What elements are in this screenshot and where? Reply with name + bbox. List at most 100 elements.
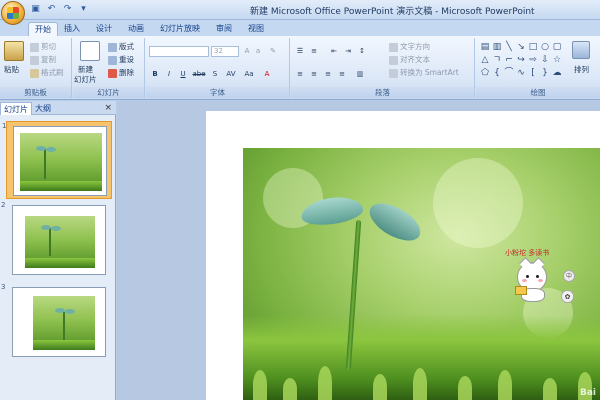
- convert-smartart-button[interactable]: 转换为 SmartArt: [389, 68, 459, 78]
- char-spacing-button[interactable]: AV: [224, 69, 238, 79]
- tab-insert[interactable]: 插入: [58, 22, 86, 36]
- star-shape-icon[interactable]: ☆: [552, 55, 562, 65]
- cut-button[interactable]: 剪切: [30, 42, 56, 52]
- smartart-icon: [389, 68, 398, 78]
- ribbon: 粘贴 剪切 复制 格式刷 剪贴板 新建 幻灯片 版式 重设 删除 幻灯片 32 …: [0, 36, 600, 100]
- tab-home[interactable]: 开始: [28, 22, 58, 36]
- slide-thumbnail-3[interactable]: 3: [1, 283, 112, 361]
- elbow-shape-icon[interactable]: ⌐: [504, 55, 514, 65]
- copy-icon: [30, 55, 39, 65]
- slide-canvas[interactable]: 小粉坨 多读书 中 ✿ Bai: [206, 111, 600, 400]
- paragraph-group: ☰ ≡ ⇤ ⇥ ↕ ≡ ≡ ≡ ≡ ▥ 文字方向 对齐文本 转换为 SmartA…: [291, 38, 475, 98]
- wave-shape-icon[interactable]: ∿: [516, 68, 526, 78]
- office-button[interactable]: [1, 1, 25, 25]
- cat-sticker: 小粉坨 多读书 中 ✿: [505, 248, 595, 318]
- oval-shape-icon[interactable]: ○: [540, 42, 550, 52]
- strikethrough-button[interactable]: abe: [192, 69, 206, 79]
- right-arrow-shape-icon[interactable]: ⇨: [528, 55, 538, 65]
- delete-slide-button[interactable]: 删除: [108, 68, 134, 78]
- rectangle-shape-icon[interactable]: □: [528, 42, 538, 52]
- close-brace-shape-icon[interactable]: }: [540, 68, 550, 78]
- butterfly-icon: ✿: [561, 290, 574, 303]
- underline-button[interactable]: U: [178, 69, 188, 79]
- pentagon-shape-icon[interactable]: ⬠: [480, 68, 490, 78]
- align-text-button[interactable]: 对齐文本: [389, 55, 430, 65]
- brush-icon: [30, 68, 39, 78]
- window-title: 新建 Microsoft Office PowerPoint 演示文稿 - Mi…: [250, 7, 535, 17]
- triangle-shape-icon[interactable]: △: [480, 55, 490, 65]
- line-spacing-icon[interactable]: ↕: [357, 46, 367, 56]
- font-name-field[interactable]: [149, 46, 209, 57]
- clear-format-icon[interactable]: ✎: [268, 46, 278, 56]
- tab-review[interactable]: 审阅: [210, 22, 238, 36]
- copy-button[interactable]: 复制: [30, 55, 56, 65]
- cloud-shape-icon[interactable]: ☁: [552, 68, 562, 78]
- increase-indent-icon[interactable]: ⇥: [343, 46, 353, 56]
- justify-icon[interactable]: ≡: [337, 69, 347, 79]
- tab-view[interactable]: 视图: [242, 22, 270, 36]
- layout-button[interactable]: 版式: [108, 42, 134, 52]
- font-size-field[interactable]: 32: [211, 46, 239, 57]
- bold-button[interactable]: B: [150, 69, 160, 79]
- shrink-font-icon[interactable]: a: [253, 46, 263, 56]
- numbering-icon[interactable]: ≡: [309, 46, 319, 56]
- align-center-icon[interactable]: ≡: [309, 69, 319, 79]
- slide-thumbnail-1[interactable]: 1: [2, 121, 112, 199]
- clipboard-group: 粘贴 剪切 复制 格式刷 剪贴板: [0, 38, 72, 98]
- slide-number: 2: [1, 201, 6, 209]
- new-slide-icon[interactable]: [80, 41, 100, 61]
- text-direction-button[interactable]: 文字方向: [389, 42, 430, 52]
- format-painter-button[interactable]: 格式刷: [30, 68, 64, 78]
- tab-outline-panel[interactable]: 大纲: [32, 102, 54, 115]
- arrange-icon[interactable]: [572, 41, 590, 59]
- redo-icon[interactable]: ↷: [62, 4, 73, 15]
- reset-button[interactable]: 重设: [108, 55, 134, 65]
- customize-qat-icon[interactable]: ▾: [78, 4, 89, 15]
- close-icon[interactable]: ×: [104, 103, 112, 113]
- quick-access-toolbar: ▣ ↶ ↷ ▾: [30, 4, 89, 15]
- columns-icon[interactable]: ▥: [355, 69, 365, 79]
- connector-shape-icon[interactable]: ㄱ: [492, 55, 502, 65]
- bullets-icon[interactable]: ☰: [295, 46, 305, 56]
- arrow-shape-icon[interactable]: ↘: [516, 42, 526, 52]
- italic-button[interactable]: I: [164, 69, 174, 79]
- drawing-group: ▤ ▥ ╲ ↘ □ ○ ▢ △ ㄱ ⌐ ↪ ⇨ ⇩ ☆ ⬠ { ⌒ ∿ [ } …: [476, 38, 600, 98]
- tab-slideshow[interactable]: 幻灯片放映: [154, 22, 206, 36]
- book-icon: [515, 286, 527, 295]
- grow-font-icon[interactable]: A: [242, 46, 252, 56]
- down-arrow-shape-icon[interactable]: ⇩: [540, 55, 550, 65]
- curve-shape-icon[interactable]: ↪: [516, 55, 526, 65]
- save-icon[interactable]: ▣: [30, 4, 41, 15]
- slide-thumbnail-2[interactable]: 2: [1, 201, 112, 279]
- paste-button[interactable]: 粘贴: [4, 65, 19, 75]
- align-right-icon[interactable]: ≡: [323, 69, 333, 79]
- arc-shape-icon[interactable]: ⌒: [504, 68, 514, 78]
- paste-icon[interactable]: [4, 41, 24, 61]
- sticker-caption: 小粉坨 多读书: [505, 249, 550, 257]
- align-left-icon[interactable]: ≡: [295, 69, 305, 79]
- font-color-button[interactable]: A: [262, 69, 272, 79]
- new-slide-label-2: 幻灯片: [74, 75, 97, 84]
- thumb-image: [20, 133, 102, 191]
- line-shape-icon[interactable]: ╲: [504, 42, 514, 52]
- office-logo-icon: [7, 7, 19, 19]
- decrease-indent-icon[interactable]: ⇤: [329, 46, 339, 56]
- tab-animations[interactable]: 动画: [122, 22, 150, 36]
- slide-picture[interactable]: 小粉坨 多读书 中 ✿ Bai: [243, 148, 600, 400]
- tab-slides-panel[interactable]: 幻灯片: [0, 102, 32, 115]
- arrange-button[interactable]: 排列: [574, 65, 589, 75]
- scissors-icon: [30, 42, 39, 52]
- slide-thumb-preview: [12, 287, 106, 357]
- brace-shape-icon[interactable]: {: [492, 68, 502, 78]
- bracket-shape-icon[interactable]: [: [528, 68, 538, 78]
- tab-design[interactable]: 设计: [90, 22, 118, 36]
- rounded-rect-shape-icon[interactable]: ▢: [552, 42, 562, 52]
- textbox-shape-icon[interactable]: ▤: [480, 42, 490, 52]
- shadow-button[interactable]: S: [210, 69, 220, 79]
- vtextbox-shape-icon[interactable]: ▥: [492, 42, 502, 52]
- change-case-button[interactable]: Aa: [242, 69, 256, 79]
- new-slide-button[interactable]: 新建: [78, 65, 93, 75]
- undo-icon[interactable]: ↶: [46, 4, 57, 15]
- slide-workspace: 小粉坨 多读书 中 ✿ Bai: [117, 101, 600, 400]
- align-text-icon: [389, 55, 398, 65]
